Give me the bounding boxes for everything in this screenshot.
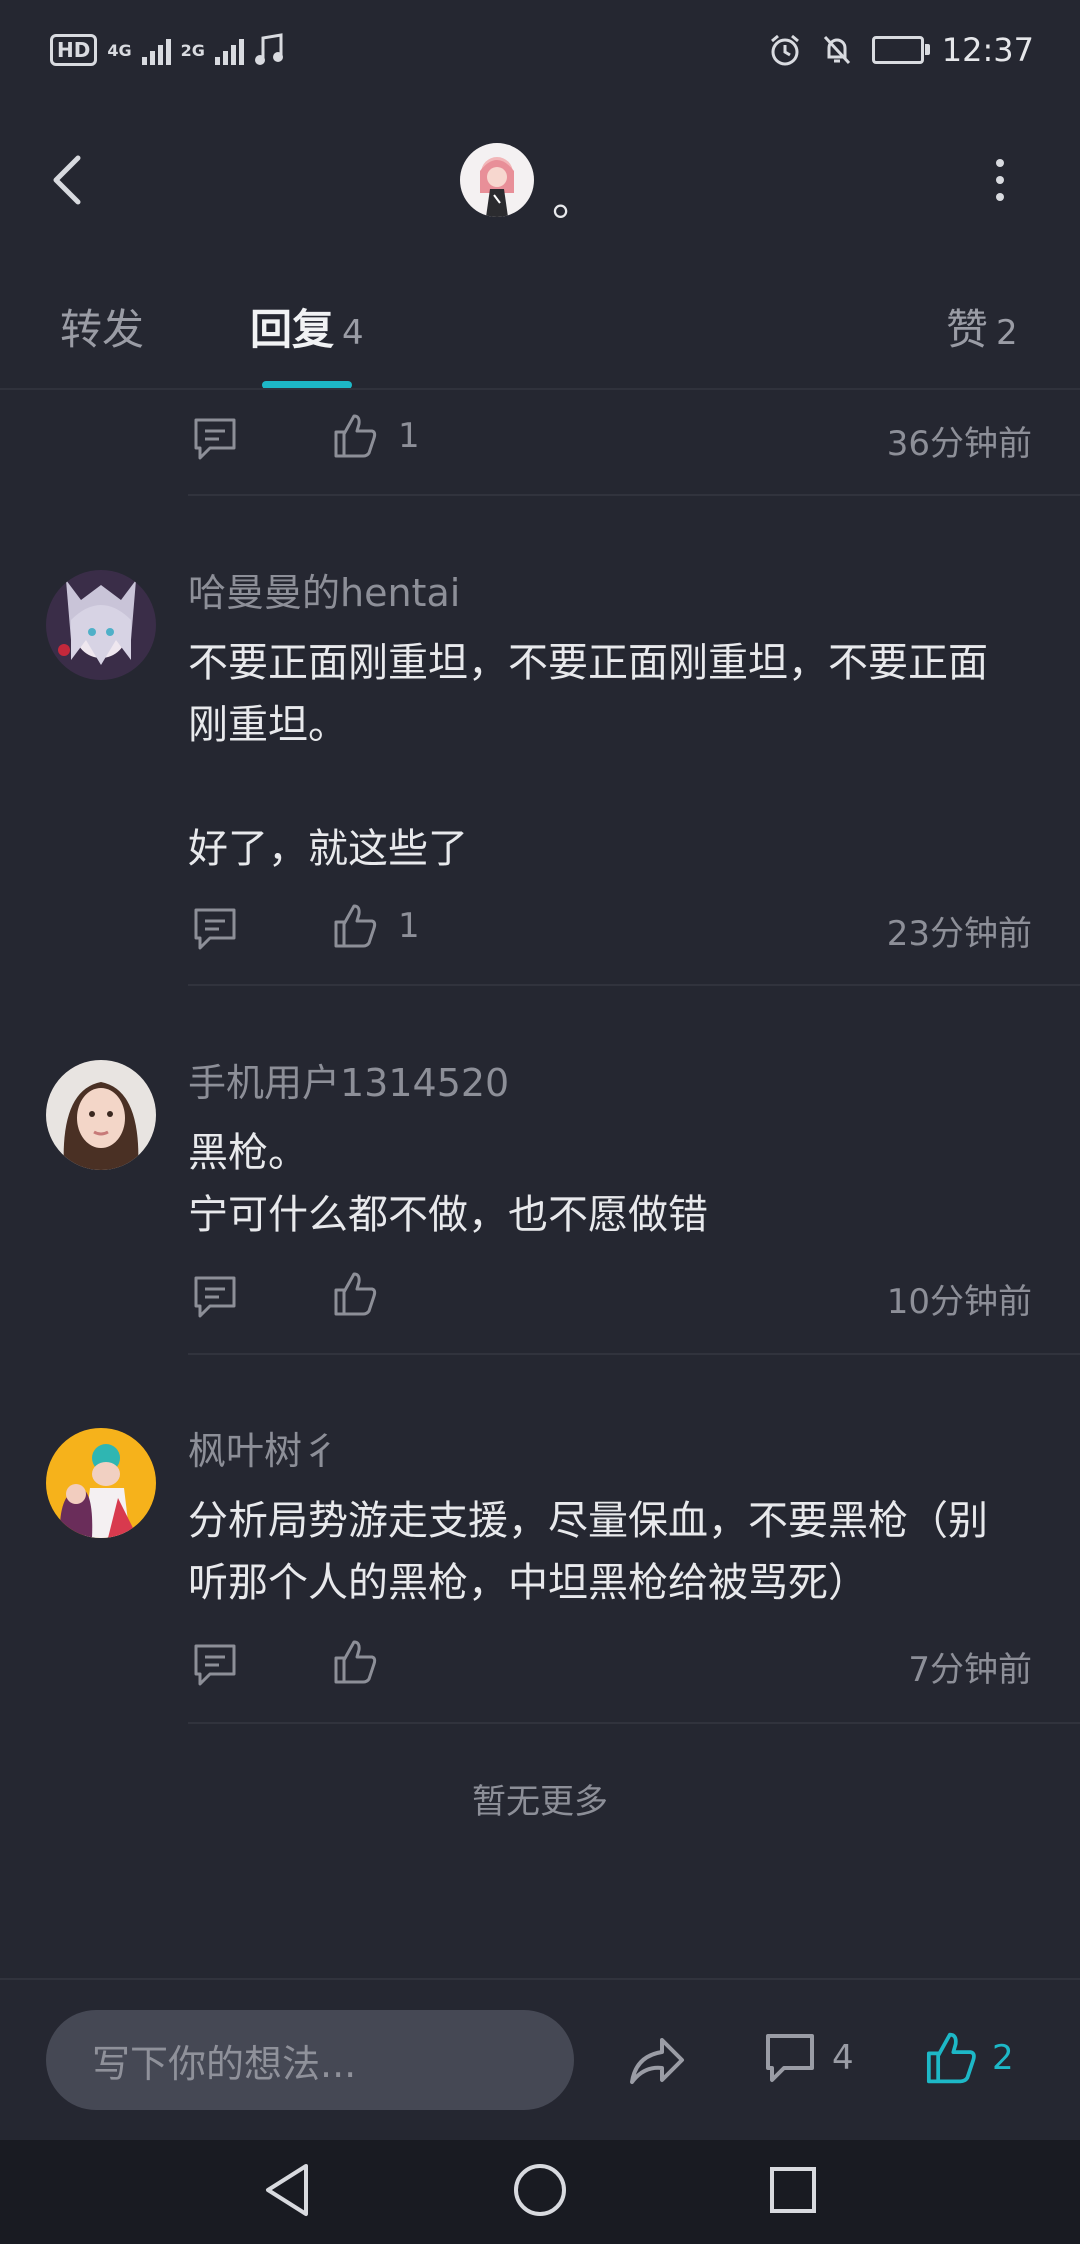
battery-icon [871, 36, 930, 64]
like-icon [334, 414, 377, 458]
page-title: 。 [552, 175, 596, 226]
nav-home-button[interactable] [512, 2162, 568, 2222]
comment-text: 分析局势游走支援，尽量保血，不要黑枪（别 听那个人的黑枪，中坦黑枪给被骂死） [188, 1498, 988, 1606]
comment-like-button[interactable] [332, 1638, 398, 1686]
comment-icon [194, 1644, 236, 1686]
author-avatar[interactable] [460, 143, 534, 217]
comment-text: 不要正面刚重坦，不要正面刚重坦，不要正面 刚重坦。 好了，就这些了 [188, 640, 988, 872]
tab-replies-label: 回复 [250, 305, 335, 354]
alarm-icon [770, 34, 799, 66]
sim1-label: 4G [107, 40, 132, 60]
comment-time: 10分钟前 [886, 1282, 1032, 1322]
comment-divider [188, 1353, 1080, 1355]
signal-icon [141, 35, 171, 65]
nav-home-icon [514, 2164, 566, 2216]
no-more-label: 暂无更多 [472, 1782, 608, 1822]
tab-replies-count: 4 [342, 313, 364, 353]
comment-icon [194, 908, 236, 950]
commenter-name[interactable]: 哈曼曼的hentai [188, 562, 460, 617]
commenter-name[interactable]: 手机用户1314520 [188, 1052, 509, 1107]
status-right: 12:37 [768, 22, 1034, 78]
bottom-bar-divider [0, 1978, 1080, 1980]
comment-like-button[interactable] [332, 1270, 398, 1318]
clock: 12:37 [941, 31, 1034, 69]
signal-icon-2 [214, 35, 244, 65]
commenter-avatar[interactable] [46, 1060, 156, 1170]
mute-bell-icon [823, 35, 850, 65]
tab-likes-count: 2 [996, 313, 1018, 353]
comment-input-placeholder: 写下你的想法... [92, 2041, 357, 2086]
comment-reply-button[interactable] [190, 1272, 240, 1322]
tabs-divider [0, 388, 1080, 390]
comment-time: 23分钟前 [886, 914, 1032, 954]
tab-replies[interactable]: 回复 4 [250, 296, 364, 357]
comment-input[interactable]: 写下你的想法... [46, 2010, 574, 2110]
comment-divider [188, 494, 1080, 496]
share-button[interactable] [626, 2030, 688, 2092]
commenter-name[interactable]: 枫叶树彳 [188, 1420, 340, 1475]
like-count-button[interactable]: 2 [924, 2030, 1014, 2086]
hd-badge: HD [50, 34, 98, 66]
like-icon [926, 2032, 976, 2084]
comment-reply-button[interactable] [190, 1640, 240, 1690]
back-icon [53, 155, 81, 205]
nav-back-icon [266, 2164, 308, 2216]
comment-divider [188, 984, 1080, 986]
tab-likes-label: 赞 [946, 305, 989, 354]
like-icon [334, 904, 377, 948]
comment-reply-button[interactable] [190, 904, 240, 954]
like-count: 2 [992, 2038, 1014, 2078]
like-count: 1 [398, 416, 420, 456]
system-nav-bar [0, 2140, 1080, 2244]
comment-icon [766, 2034, 814, 2082]
nav-back-button[interactable] [262, 2162, 312, 2222]
comment-time: 7分钟前 [908, 1650, 1032, 1690]
back-button[interactable] [36, 140, 96, 220]
more-icon [996, 159, 1004, 201]
nav-recents-icon [770, 2167, 816, 2213]
comment-divider [188, 1722, 1080, 1724]
tab-likes[interactable]: 赞 2 [946, 296, 1018, 357]
comment-like-button[interactable]: 1 [332, 902, 420, 950]
comment-icon [194, 1276, 236, 1318]
nav-recents-button[interactable] [768, 2165, 818, 2219]
comment-icon [194, 418, 236, 460]
sim2-label: 2G [180, 40, 205, 60]
status-bar: HD 4G 2G 12:37 [0, 0, 1080, 96]
like-icon [334, 1272, 377, 1316]
like-count: 1 [398, 906, 420, 946]
comment-count: 4 [832, 2038, 854, 2078]
tab-repost-label: 转发 [60, 305, 145, 354]
more-button[interactable] [980, 150, 1020, 210]
commenter-avatar[interactable] [46, 570, 156, 680]
comment-like-button[interactable]: 1 [332, 412, 420, 460]
commenter-avatar[interactable] [46, 1428, 156, 1538]
comment-time: 36分钟前 [886, 424, 1032, 464]
comment-text: 黑枪。 宁可什么都不做，也不愿做错 [188, 1130, 708, 1238]
tab-repost[interactable]: 转发 [60, 296, 144, 357]
share-icon [630, 2038, 684, 2084]
like-icon [334, 1640, 377, 1684]
music-icon [254, 33, 283, 65]
status-left: HD 4G 2G [50, 28, 284, 72]
comment-count-button[interactable]: 4 [762, 2030, 854, 2086]
comment-reply-button[interactable] [190, 414, 240, 464]
